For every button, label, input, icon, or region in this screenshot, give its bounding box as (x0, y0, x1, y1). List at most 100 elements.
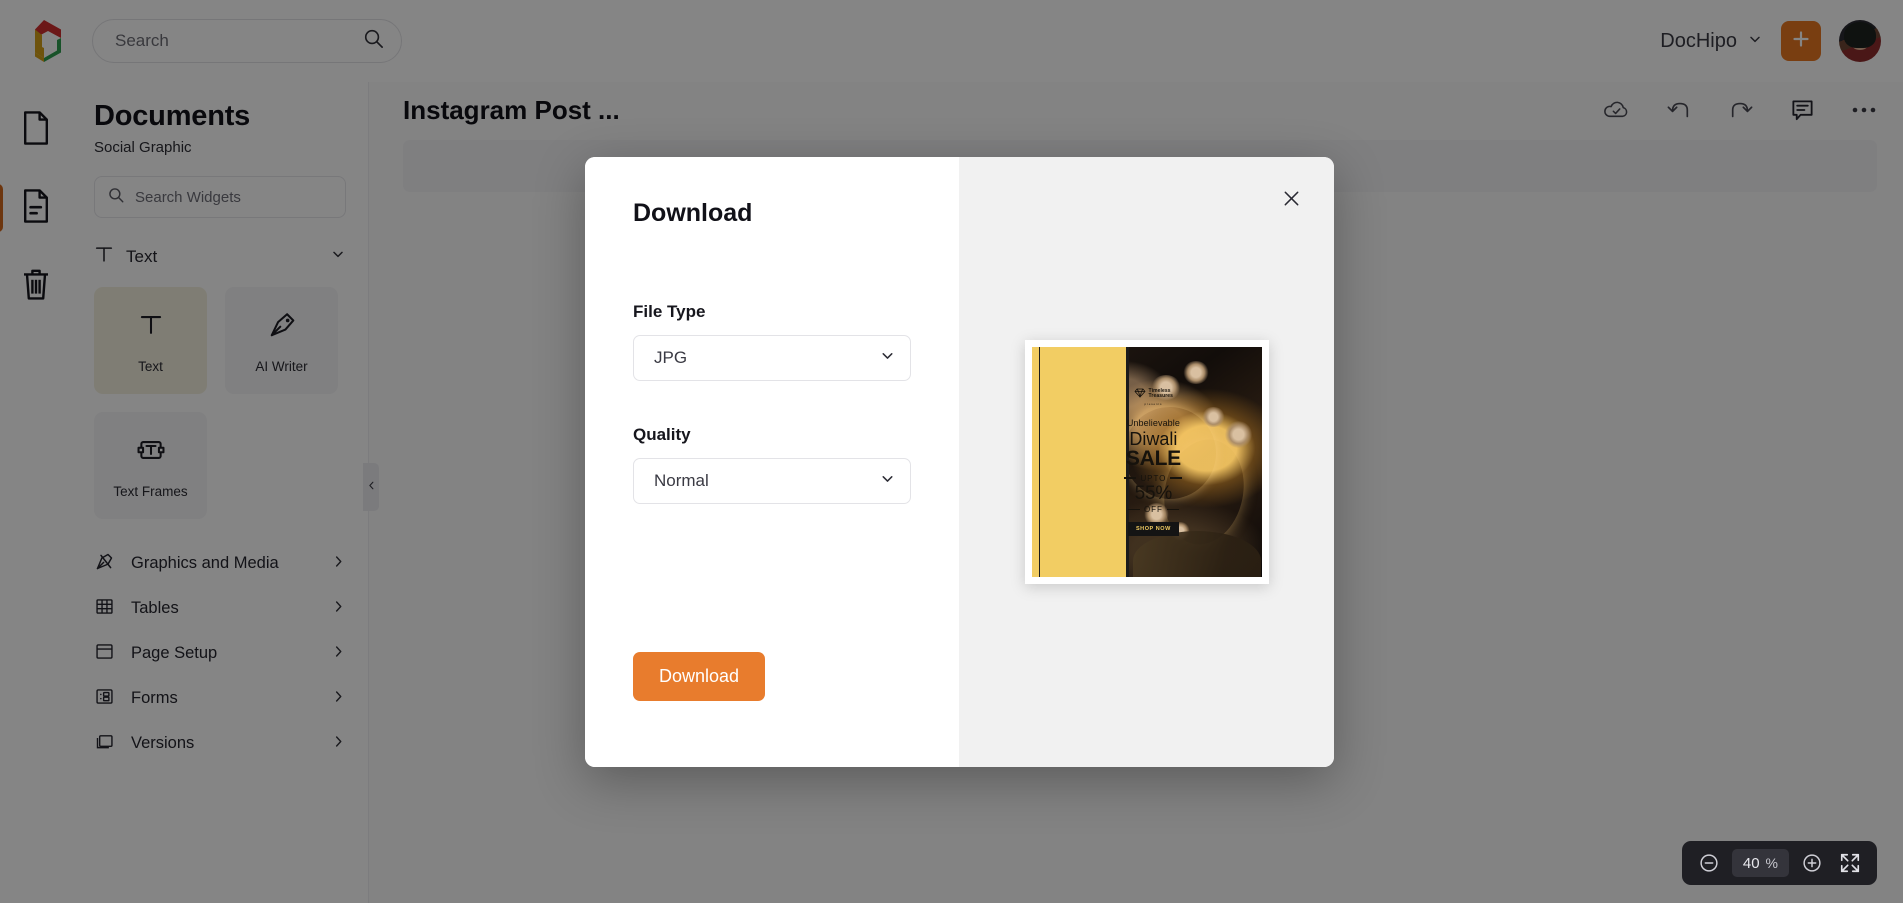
chevron-down-icon (1747, 30, 1763, 53)
creative-text-block: Timeless Treasures presents Unbelievable… (1057, 347, 1250, 577)
global-search[interactable] (92, 19, 402, 63)
pages-icon (20, 188, 52, 229)
text-frame-icon (134, 433, 168, 472)
modal-preview-pane: Timeless Treasures presents Unbelievable… (959, 157, 1334, 767)
widget-tile-text[interactable]: Text (94, 287, 207, 394)
graphics-media-icon (94, 551, 115, 577)
brand-line-2: Treasures (1148, 393, 1174, 400)
widget-tile-ai-writer[interactable]: AI Writer (225, 287, 338, 394)
avatar[interactable] (1839, 20, 1881, 62)
widget-tile-label: Text Frames (113, 483, 188, 499)
menu-item-label: Graphics and Media (131, 554, 279, 572)
workspace-selector[interactable]: DocHipo (1660, 30, 1763, 53)
menu-item-label: Forms (131, 689, 178, 707)
close-icon[interactable] (1274, 181, 1308, 215)
menu-item-tables[interactable]: Tables (94, 586, 346, 631)
widgets-panel: Documents Social Graphic Text (72, 82, 369, 903)
pen-nib-icon (265, 308, 299, 347)
widget-search-input[interactable] (135, 188, 334, 206)
redo-icon[interactable] (1728, 98, 1754, 122)
app-root: DocHipo (0, 0, 1903, 903)
quality-label: Quality (633, 425, 691, 444)
download-button[interactable]: Download (633, 652, 766, 701)
brand-name: Timeless Treasures (1148, 388, 1174, 400)
add-new-button[interactable] (1781, 21, 1821, 61)
download-modal: Download File Type JPG Quality Normal Do… (585, 157, 1334, 767)
menu-item-label: Versions (131, 734, 195, 752)
editor-toolbar (1603, 98, 1877, 123)
widget-search[interactable] (94, 176, 346, 218)
modal-form-pane: Download File Type JPG Quality Normal Do… (585, 157, 959, 767)
upto-row: UPTO (1124, 473, 1183, 483)
table-grid-icon (94, 596, 115, 622)
chevron-right-icon (331, 734, 346, 754)
file-type-label: File Type (633, 302, 706, 321)
page-title: Documents (94, 100, 251, 132)
diamond-icon (1134, 388, 1146, 400)
forms-icon (94, 686, 115, 712)
widget-tile-label: AI Writer (255, 358, 308, 374)
left-icon-rail (0, 82, 72, 903)
widget-tile-label: Text (138, 358, 163, 374)
chevron-right-icon (331, 689, 346, 709)
zoom-control: 40 % (1681, 841, 1877, 885)
chevron-left-icon (366, 478, 377, 496)
document-icon (20, 110, 52, 151)
menu-item-forms[interactable]: Forms (94, 676, 346, 721)
chevron-down-icon (879, 347, 896, 369)
chevron-right-icon (331, 644, 346, 664)
quality-select[interactable]: Normal (633, 458, 911, 504)
file-type-value: JPG (654, 348, 688, 367)
download-preview-thumbnail: Timeless Treasures presents Unbelievable… (1024, 340, 1269, 584)
page-setup-icon (94, 641, 115, 667)
dochipo-logo-icon[interactable] (18, 15, 70, 67)
cloud-saved-icon[interactable] (1603, 99, 1630, 121)
chevron-right-icon (331, 599, 346, 619)
more-options-icon[interactable] (1851, 105, 1877, 115)
zoom-value-field[interactable]: 40 % (1731, 849, 1789, 877)
zoom-out-icon[interactable] (1694, 848, 1724, 878)
shop-now-button[interactable]: SHOP NOW (1127, 521, 1179, 536)
headline-small: Unbelievable (1126, 418, 1180, 429)
fit-screen-icon[interactable] (1835, 848, 1865, 878)
menu-item-label: Page Setup (131, 644, 218, 662)
workspace-label: DocHipo (1660, 29, 1737, 52)
menu-item-graphics-and-media[interactable]: Graphics and Media (94, 541, 346, 586)
off-row: OFF (1127, 505, 1179, 514)
quality-value: Normal (654, 471, 709, 490)
file-type-select[interactable]: JPG (633, 335, 911, 381)
chevron-down-icon (879, 470, 896, 492)
design-creative-preview: Timeless Treasures presents Unbelievable… (1031, 347, 1262, 577)
document-title[interactable]: Instagram Post ... (403, 95, 620, 126)
headline-diwali: Diwali (1129, 429, 1178, 450)
versions-icon (94, 731, 115, 757)
rail-item-pages[interactable] (0, 182, 62, 234)
chevron-down-icon (330, 246, 346, 267)
document-header: Instagram Post ... (369, 82, 1903, 138)
widget-tile-text-frames[interactable]: Text Frames (94, 412, 207, 519)
discount-percent: 55% (1134, 483, 1173, 505)
zoom-unit: % (1765, 855, 1778, 871)
header-actions: DocHipo (1660, 20, 1903, 62)
zoom-in-icon[interactable] (1797, 848, 1827, 878)
presents-label: presents (1144, 401, 1163, 406)
search-icon (107, 186, 125, 209)
panel-subtitle: Social Graphic (94, 139, 192, 156)
modal-title: Download (633, 199, 753, 227)
panel-collapse-handle[interactable] (363, 463, 379, 511)
menu-item-page-setup[interactable]: Page Setup (94, 631, 346, 676)
zoom-level: 40 (1742, 854, 1760, 872)
section-text[interactable]: Text (94, 244, 346, 269)
headline-sale: SALE (1125, 447, 1181, 471)
upto-label: UPTO (1140, 473, 1167, 483)
rail-item-document[interactable] (10, 104, 62, 156)
rail-item-trash[interactable] (10, 260, 62, 312)
trash-icon (20, 266, 52, 307)
undo-icon[interactable] (1666, 98, 1692, 122)
text-t-icon (94, 244, 114, 269)
chevron-right-icon (331, 554, 346, 574)
comment-icon[interactable] (1790, 98, 1815, 123)
menu-item-versions[interactable]: Versions (94, 721, 346, 766)
search-input[interactable] (115, 31, 362, 51)
menu-item-label: Tables (131, 599, 179, 617)
